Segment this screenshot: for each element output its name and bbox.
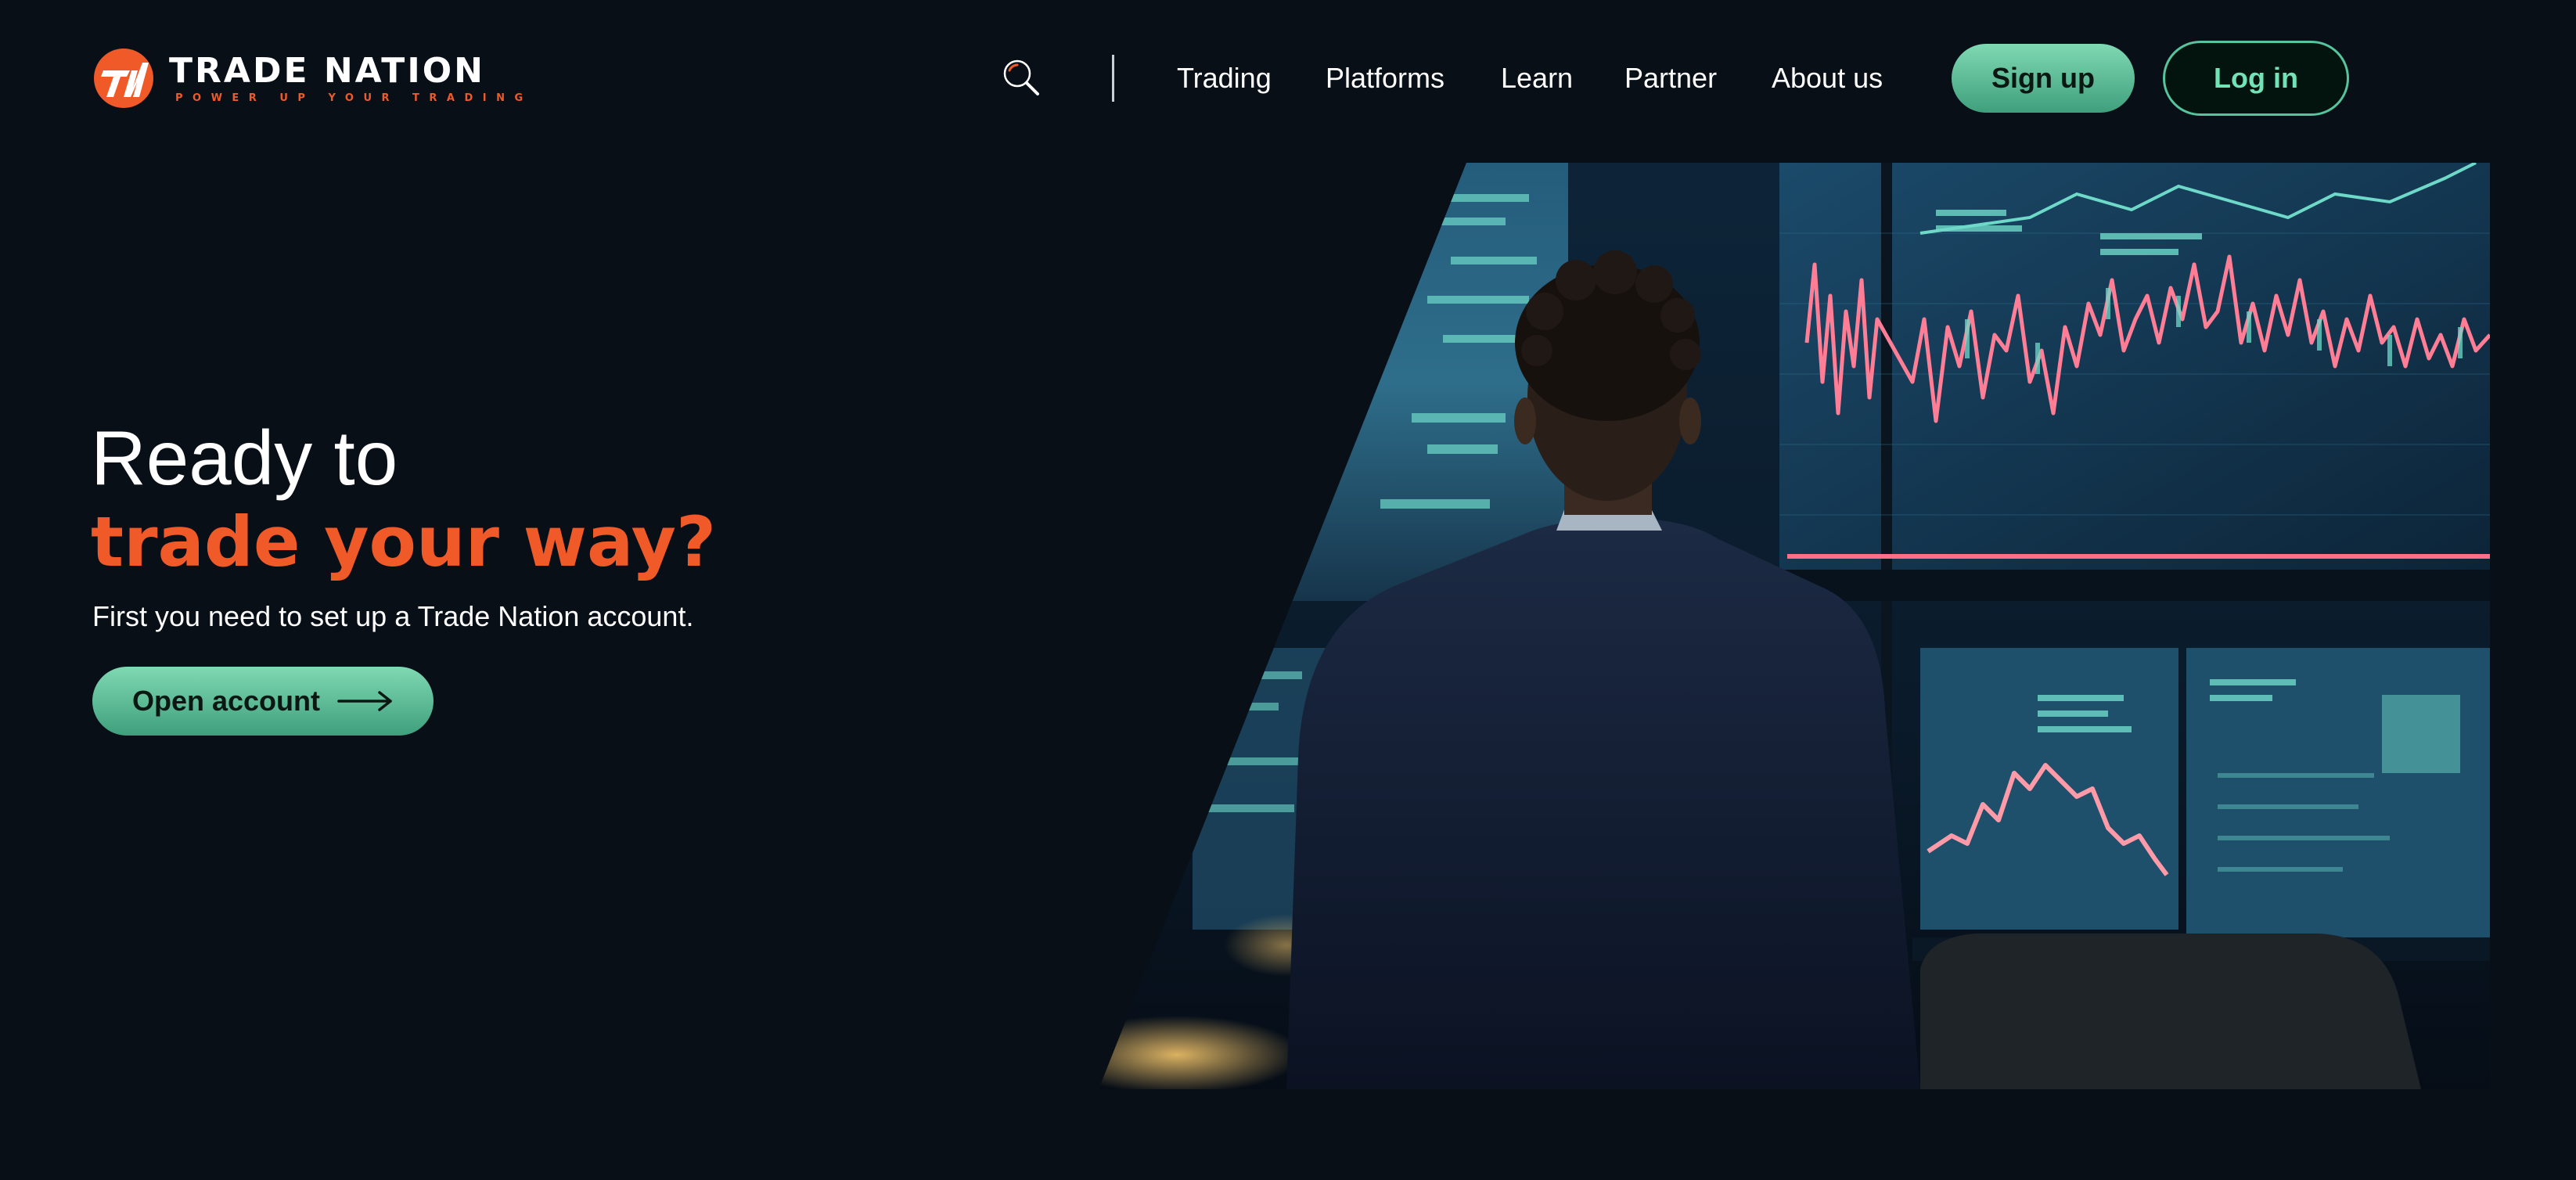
nav-partner[interactable]: Partner: [1624, 56, 1717, 100]
open-account-button[interactable]: Open account: [92, 667, 434, 736]
nav-learn[interactable]: Learn: [1501, 56, 1573, 100]
nav-divider: [1112, 55, 1114, 102]
trade-nation-logo-icon: [94, 49, 153, 108]
nav-trading[interactable]: Trading: [1177, 56, 1272, 100]
search-button[interactable]: [998, 55, 1044, 100]
hero-subtitle: First you need to set up a Trade Nation …: [92, 600, 694, 632]
hero-heading-line1: Ready to: [91, 415, 398, 501]
search-icon: [1003, 59, 1039, 95]
nav-platforms[interactable]: Platforms: [1326, 56, 1445, 100]
log-in-button[interactable]: Log in: [2163, 41, 2349, 116]
hero-heading-line2: trade your way?: [91, 502, 717, 582]
logo-tagline: POWER UP YOUR TRADING: [175, 92, 533, 104]
logo[interactable]: TRADE NATION POWER UP YOUR TRADING: [92, 45, 533, 111]
arrow-right-icon: [337, 691, 392, 711]
open-account-label: Open account: [131, 685, 321, 717]
logo-name: TRADE NATION: [169, 50, 485, 91]
sign-up-button[interactable]: Sign up: [1952, 44, 2135, 113]
hero-image-trader-at-screens: [1099, 163, 2490, 1089]
nav-about-us[interactable]: About us: [1772, 56, 1883, 100]
